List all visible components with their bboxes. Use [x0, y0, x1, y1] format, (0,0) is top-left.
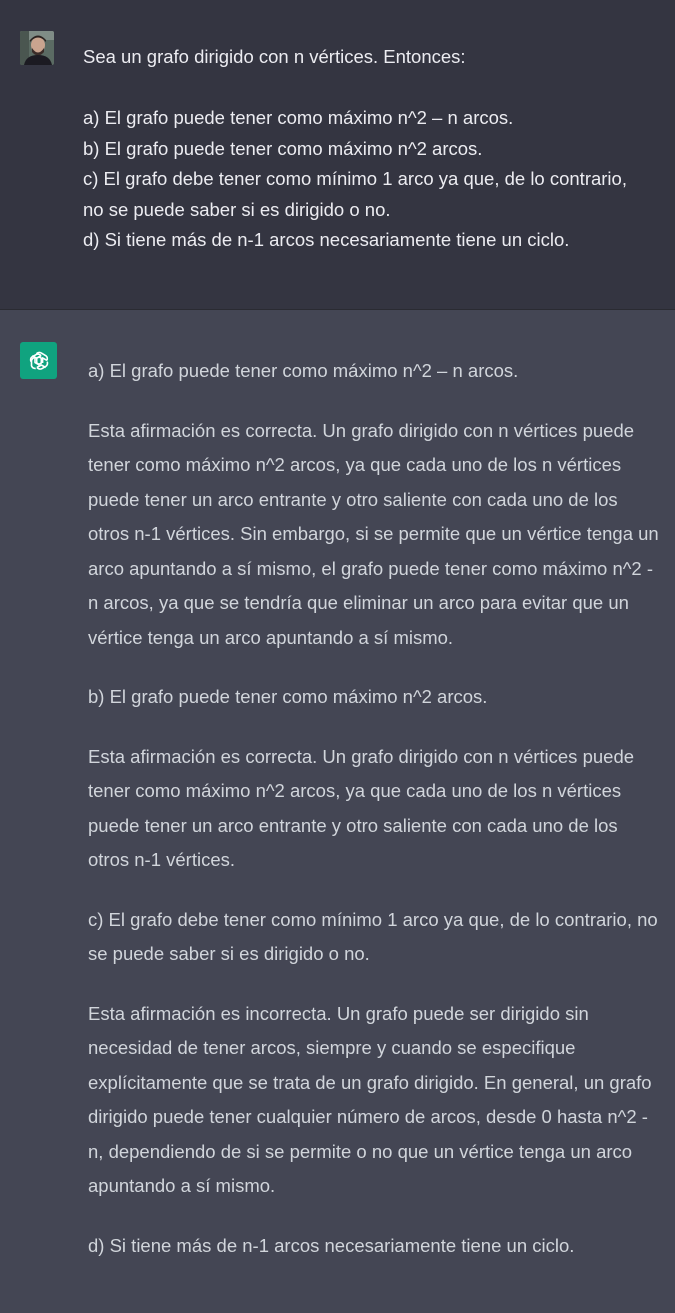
user-message-block: Sea un grafo dirigido con n vértices. En… [0, 0, 675, 310]
user-question-intro: Sea un grafo dirigido con n vértices. En… [83, 46, 466, 67]
user-option-a: a) El grafo puede tener como máximo n^2 … [83, 107, 514, 128]
user-option-b: b) El grafo puede tener como máximo n^2 … [83, 137, 483, 159]
user-message-text: Sea un grafo dirigido con n vértices. En… [83, 42, 643, 256]
assistant-paragraph-b-title: b) El grafo puede tener como máximo n^2 … [88, 686, 488, 707]
user-avatar-photo-icon [20, 31, 54, 65]
assistant-paragraph-c-explanation: Esta afirmación es incorrecta. Un grafo … [88, 1002, 652, 1197]
assistant-paragraph-d-title: d) Si tiene más de n-1 arcos necesariame… [88, 1234, 575, 1256]
user-avatar [20, 31, 54, 65]
assistant-paragraph-b-explanation: Esta afirmación es correcta. Un grafo di… [88, 745, 635, 871]
assistant-avatar [20, 342, 57, 379]
assistant-message-text: a) El grafo puede tener como máximo n^2 … [88, 354, 660, 1288]
assistant-paragraph-c-title: c) El grafo debe tener como mínimo 1 arc… [88, 908, 658, 965]
user-option-c: c) El grafo debe tener como mínimo 1 arc… [83, 168, 627, 220]
assistant-message-block: a) El grafo puede tener como máximo n^2 … [0, 310, 675, 1313]
openai-logo-icon [29, 351, 48, 370]
user-option-d: d) Si tiene más de n-1 arcos necesariame… [83, 229, 570, 250]
assistant-paragraph-a-title: a) El grafo puede tener como máximo n^2 … [88, 360, 519, 381]
assistant-paragraph-a-explanation: Esta afirmación es correcta. Un grafo di… [88, 419, 659, 648]
